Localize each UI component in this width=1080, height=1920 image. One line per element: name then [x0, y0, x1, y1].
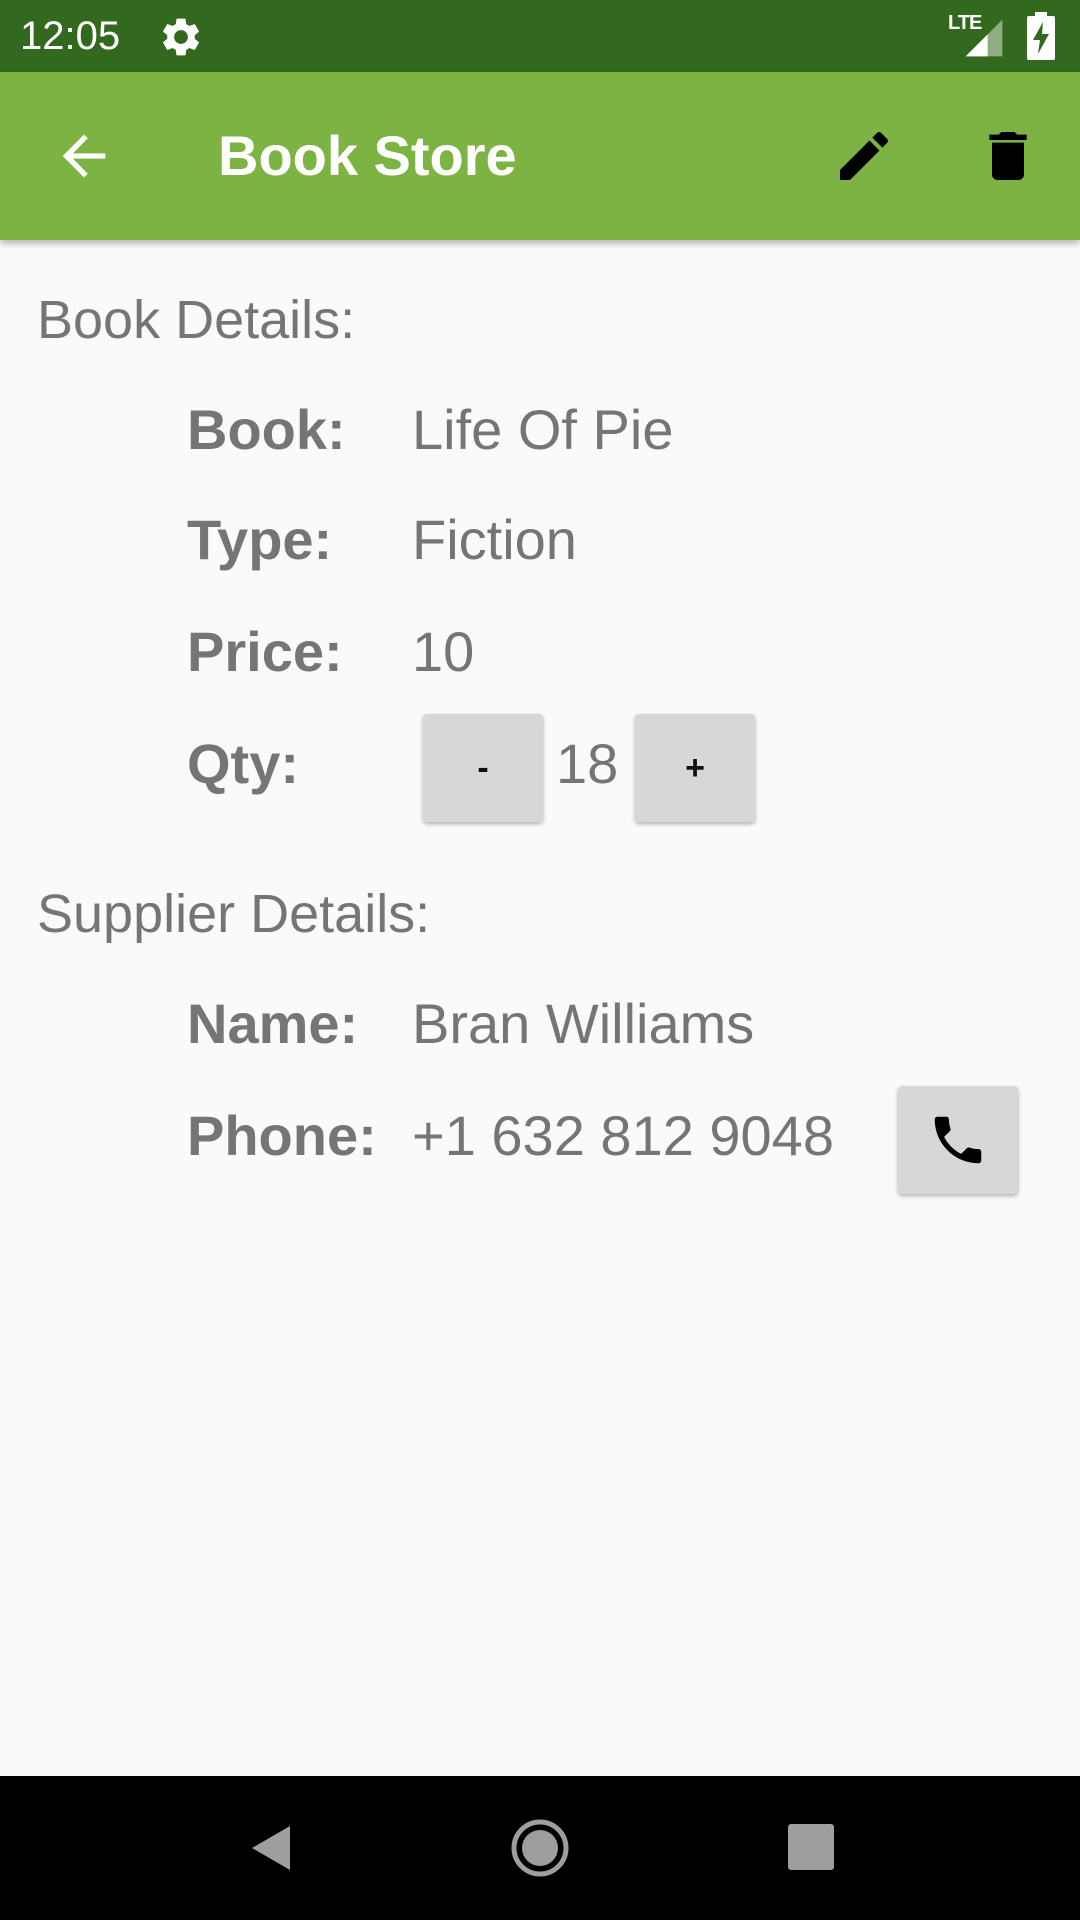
decrement-button[interactable]: - [423, 714, 543, 822]
pencil-edit-icon[interactable] [832, 124, 896, 188]
book-value: Life Of Pie [412, 398, 674, 461]
name-label: Name: [187, 992, 359, 1055]
nav-back-icon[interactable] [240, 1816, 304, 1880]
status-time: 12:05 [20, 14, 121, 58]
increment-button[interactable]: + [635, 714, 755, 822]
price-label: Price: [187, 620, 343, 683]
settings-gear-icon [163, 18, 199, 56]
trash-delete-icon[interactable] [976, 124, 1040, 188]
qty-value: 18 [556, 732, 619, 795]
qty-label: Qty: [187, 732, 299, 795]
nav-recents-icon[interactable] [780, 1816, 844, 1880]
phone-value: +1 632 812 9048 [412, 1104, 834, 1167]
price-value: 10 [412, 620, 475, 683]
phone-icon [934, 1116, 982, 1164]
arrow-back-icon[interactable] [52, 124, 116, 188]
status-bar: 12:05 LTE [0, 0, 1080, 72]
signal-bars-icon [965, 19, 1003, 57]
app-bar: Book Store [0, 72, 1080, 240]
battery-charging-icon [1027, 12, 1055, 60]
type-value: Fiction [412, 508, 577, 571]
system-nav-bar [0, 1776, 1080, 1920]
name-value: Bran Williams [412, 992, 755, 1055]
book-details-heading: Book Details: [37, 290, 356, 350]
book-label: Book: [187, 398, 346, 461]
lte-signal-icon: LTE [948, 12, 1004, 60]
call-button[interactable] [898, 1086, 1018, 1194]
phone-label: Phone: [187, 1104, 377, 1167]
app-title: Book Store [218, 124, 517, 187]
type-label: Type: [187, 508, 333, 571]
supplier-details-heading: Supplier Details: [37, 884, 431, 944]
nav-home-icon[interactable] [508, 1816, 572, 1880]
